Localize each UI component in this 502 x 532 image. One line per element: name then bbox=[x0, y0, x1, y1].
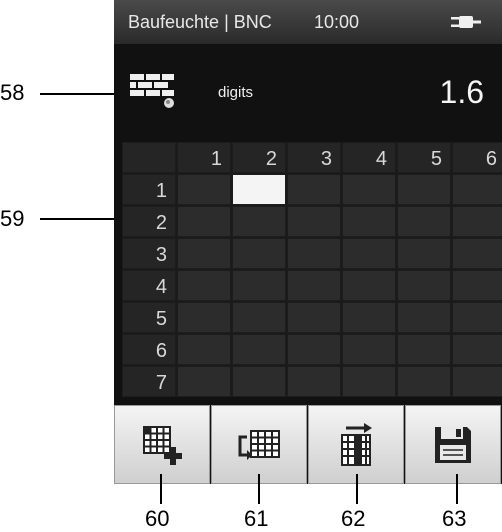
save-icon bbox=[435, 426, 471, 463]
grid-cell[interactable] bbox=[177, 206, 231, 237]
column-header: 5 bbox=[397, 142, 451, 173]
row-header: 6 bbox=[122, 334, 176, 365]
grid-cell[interactable] bbox=[342, 174, 396, 205]
measurement-grid: 1 2 3 4 5 6 1 2 3 4 5 6 7 bbox=[122, 142, 502, 397]
grid-cell[interactable] bbox=[287, 302, 341, 333]
grid-cell[interactable] bbox=[287, 174, 341, 205]
measurement-value: 1.6 bbox=[439, 74, 484, 110]
unit-label: digits bbox=[218, 84, 254, 101]
grid-cell[interactable] bbox=[177, 366, 231, 397]
grid-cell[interactable] bbox=[452, 270, 502, 301]
leader-line-60 bbox=[160, 474, 162, 504]
grid-cell[interactable] bbox=[452, 366, 502, 397]
column-header: 2 bbox=[232, 142, 286, 173]
grid-cell[interactable] bbox=[397, 174, 451, 205]
button-bar bbox=[114, 405, 502, 484]
grid-cell-selected[interactable] bbox=[232, 174, 286, 205]
callout-59: 59 bbox=[0, 206, 25, 231]
grid-cell[interactable] bbox=[287, 206, 341, 237]
grid-cell[interactable] bbox=[232, 270, 286, 301]
row-header: 7 bbox=[122, 366, 176, 397]
status-bar: Baufeuchte | BNC 10:00 bbox=[114, 0, 502, 44]
grid-cell[interactable] bbox=[287, 334, 341, 365]
column-header: 4 bbox=[342, 142, 396, 173]
grid-cell[interactable] bbox=[177, 174, 231, 205]
grid-cell[interactable] bbox=[342, 366, 396, 397]
grid-cell[interactable] bbox=[232, 206, 286, 237]
leader-line-62 bbox=[356, 474, 358, 504]
grid-extend-icon bbox=[238, 429, 280, 460]
grid-cell[interactable] bbox=[452, 174, 502, 205]
grid-cell[interactable] bbox=[287, 366, 341, 397]
grid-cell[interactable] bbox=[232, 302, 286, 333]
status-time: 10:00 bbox=[314, 12, 360, 32]
grid-cell[interactable] bbox=[177, 238, 231, 269]
grid-add-icon bbox=[143, 425, 182, 465]
add-grid-button[interactable] bbox=[114, 405, 210, 484]
grid-cell[interactable] bbox=[397, 270, 451, 301]
grid-cell[interactable] bbox=[397, 366, 451, 397]
brick-wall-icon[interactable] bbox=[128, 72, 176, 112]
callout-63: 63 bbox=[442, 506, 467, 531]
row-header: 4 bbox=[122, 270, 176, 301]
grid-cell[interactable] bbox=[342, 206, 396, 237]
grid-cell[interactable] bbox=[177, 270, 231, 301]
leader-line-61 bbox=[258, 474, 260, 504]
extend-grid-button[interactable] bbox=[211, 405, 307, 484]
save-button[interactable] bbox=[405, 405, 501, 484]
grid-cell[interactable] bbox=[342, 334, 396, 365]
measurement-panel: digits 1.6 bbox=[114, 44, 502, 136]
grid-cell[interactable] bbox=[177, 302, 231, 333]
column-header: 3 bbox=[287, 142, 341, 173]
row-header: 2 bbox=[122, 206, 176, 237]
callout-61: 61 bbox=[244, 506, 269, 531]
grid-cell[interactable] bbox=[397, 206, 451, 237]
grid-cell[interactable] bbox=[232, 238, 286, 269]
row-header: 3 bbox=[122, 238, 176, 269]
row-header: 1 bbox=[122, 174, 176, 205]
move-column-button[interactable] bbox=[308, 405, 404, 484]
callout-62: 62 bbox=[341, 506, 366, 531]
grid-cell[interactable] bbox=[232, 334, 286, 365]
grid-cell[interactable] bbox=[452, 238, 502, 269]
column-move-icon bbox=[341, 422, 372, 466]
column-header: 6 bbox=[452, 142, 502, 173]
grid-cell[interactable] bbox=[452, 334, 502, 365]
plug-icon bbox=[451, 16, 481, 28]
grid-cell[interactable] bbox=[232, 366, 286, 397]
grid-cell[interactable] bbox=[342, 238, 396, 269]
leader-line-63 bbox=[456, 474, 458, 504]
grid-cell[interactable] bbox=[397, 238, 451, 269]
callout-60: 60 bbox=[145, 506, 170, 531]
grid-cell[interactable] bbox=[452, 302, 502, 333]
grid-cell[interactable] bbox=[342, 270, 396, 301]
row-header: 5 bbox=[122, 302, 176, 333]
grid-cell[interactable] bbox=[452, 206, 502, 237]
grid-cell[interactable] bbox=[177, 334, 231, 365]
status-title: Baufeuchte | BNC bbox=[128, 12, 272, 32]
grid-cell[interactable] bbox=[342, 302, 396, 333]
callout-58: 58 bbox=[0, 80, 25, 105]
grid-cell[interactable] bbox=[397, 334, 451, 365]
grid-corner bbox=[122, 142, 176, 173]
grid-cell[interactable] bbox=[287, 238, 341, 269]
grid-cell[interactable] bbox=[287, 270, 341, 301]
column-header: 1 bbox=[177, 142, 231, 173]
device-screen: Baufeuchte | BNC 10:00 digits 1.6 1 2 3 … bbox=[114, 0, 502, 484]
grid-cell[interactable] bbox=[397, 302, 451, 333]
